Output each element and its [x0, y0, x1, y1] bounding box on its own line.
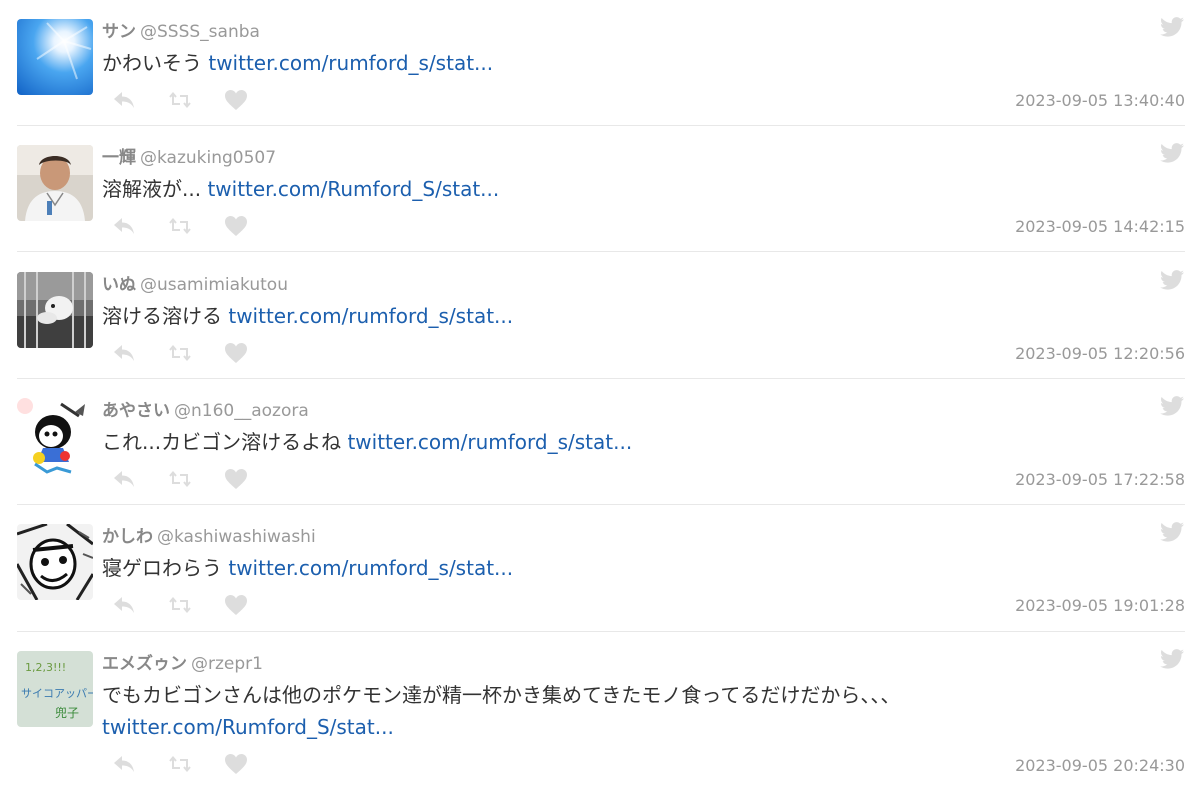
tweet-link[interactable]: twitter.com/rumford_s/stat...	[228, 304, 513, 328]
tweet-text: これ...カビゴン溶けるよね twitter.com/rumford_s/sta…	[102, 426, 1182, 458]
twitter-bird-icon[interactable]	[1160, 270, 1184, 290]
reply-icon[interactable]	[112, 89, 136, 111]
tweet-separator	[17, 378, 1185, 379]
avatar-text-2: サイコアッパー	[21, 687, 93, 700]
tweet-message: 寝ゲロわらう	[102, 556, 222, 580]
avatar[interactable]	[17, 398, 93, 474]
timestamp[interactable]: 2023-09-05 12:20:56	[1000, 344, 1185, 363]
timestamp[interactable]: 2023-09-05 14:42:15	[1000, 217, 1185, 236]
user-name[interactable]: いぬ	[102, 275, 136, 295]
tweet-message: これ...カビゴン溶けるよね	[102, 430, 342, 454]
timestamp[interactable]: 2023-09-05 13:40:40	[1000, 91, 1185, 110]
tweet-link[interactable]: twitter.com/Rumford_S/stat...	[207, 177, 499, 201]
tweet-message: 溶解液が...	[102, 177, 202, 201]
heart-icon[interactable]	[224, 753, 248, 775]
twitter-bird-icon[interactable]	[1160, 17, 1184, 37]
tweet-link[interactable]: twitter.com/rumford_s/stat...	[208, 51, 493, 75]
retweet-icon[interactable]	[168, 342, 192, 364]
retweet-icon[interactable]	[168, 89, 192, 111]
tweet-separator	[17, 631, 1185, 632]
user-handle[interactable]: @SSSS_sanba	[140, 22, 260, 42]
tweet-message: かわいそう	[102, 51, 202, 75]
heart-icon[interactable]	[224, 594, 248, 616]
avatar[interactable]	[17, 272, 93, 348]
twitter-bird-icon[interactable]	[1160, 143, 1184, 163]
reply-icon[interactable]	[112, 342, 136, 364]
user-name[interactable]: サン	[102, 22, 136, 42]
avatar-text-1: 1,2,3!!!	[25, 661, 66, 674]
avatar[interactable]	[17, 145, 93, 221]
tweet-header: あやさい @n160__aozora	[102, 396, 309, 421]
timestamp[interactable]: 2023-09-05 19:01:28	[1000, 596, 1185, 615]
tweet-link[interactable]: twitter.com/rumford_s/stat...	[347, 430, 632, 454]
tweet-list: サン @SSSS_sanba かわいそう twitter.com/rumford_…	[0, 0, 1200, 788]
avatar-text-3: 兜子	[55, 705, 79, 720]
reply-icon[interactable]	[112, 753, 136, 775]
avatar[interactable]	[17, 524, 93, 600]
user-handle[interactable]: @usamimiakutou	[140, 275, 288, 295]
tweet-header: エメズゥン @rzepr1	[102, 649, 263, 674]
user-handle[interactable]: @n160__aozora	[174, 401, 309, 421]
reply-icon[interactable]	[112, 215, 136, 237]
tweet-text: 寝ゲロわらう twitter.com/rumford_s/stat...	[102, 552, 1182, 584]
twitter-bird-icon[interactable]	[1160, 649, 1184, 669]
tweet-link[interactable]: twitter.com/Rumford_S/stat...	[102, 715, 394, 739]
user-handle[interactable]: @kashiwashiwashi	[157, 527, 316, 547]
tweet-header: いぬ @usamimiakutou	[102, 270, 288, 295]
user-name[interactable]: 一輝	[102, 148, 136, 168]
tweet-message: でもカビゴンさんは他のポケモン達が精一杯かき集めてきたモノ食ってるだけだから、、…	[102, 683, 901, 707]
user-name[interactable]: かしわ	[102, 527, 153, 547]
twitter-bird-icon[interactable]	[1160, 522, 1184, 542]
user-handle[interactable]: @kazuking0507	[140, 148, 276, 168]
tweet-message: 溶ける溶ける	[102, 304, 222, 328]
tweet-header: かしわ @kashiwashiwashi	[102, 522, 316, 547]
reply-icon[interactable]	[112, 468, 136, 490]
tweet-header: サン @SSSS_sanba	[102, 17, 260, 42]
tweet-text: 溶ける溶ける twitter.com/rumford_s/stat...	[102, 300, 1182, 332]
reply-icon[interactable]	[112, 594, 136, 616]
user-handle[interactable]: @rzepr1	[191, 654, 263, 674]
tweet-text: かわいそう twitter.com/rumford_s/stat...	[102, 47, 1182, 79]
timestamp[interactable]: 2023-09-05 20:24:30	[1000, 756, 1185, 775]
avatar[interactable]	[17, 19, 93, 95]
twitter-bird-icon[interactable]	[1160, 396, 1184, 416]
user-name[interactable]: あやさい	[102, 401, 170, 421]
tweet-text: でもカビゴンさんは他のポケモン達が精一杯かき集めてきたモノ食ってるだけだから、、…	[102, 679, 1182, 743]
tweet-separator	[17, 504, 1185, 505]
retweet-icon[interactable]	[168, 594, 192, 616]
retweet-icon[interactable]	[168, 468, 192, 490]
heart-icon[interactable]	[224, 468, 248, 490]
retweet-icon[interactable]	[168, 753, 192, 775]
tweet-separator	[17, 251, 1185, 252]
heart-icon[interactable]	[224, 89, 248, 111]
retweet-icon[interactable]	[168, 215, 192, 237]
tweet-text: 溶解液が... twitter.com/Rumford_S/stat...	[102, 173, 1182, 205]
tweet-link[interactable]: twitter.com/rumford_s/stat...	[228, 556, 513, 580]
tweet-separator	[17, 125, 1185, 126]
timestamp[interactable]: 2023-09-05 17:22:58	[1000, 470, 1185, 489]
avatar[interactable]: 1,2,3!!! サイコアッパー 兜子	[17, 651, 93, 727]
heart-icon[interactable]	[224, 215, 248, 237]
heart-icon[interactable]	[224, 342, 248, 364]
user-name[interactable]: エメズゥン	[102, 654, 187, 674]
tweet-header: 一輝 @kazuking0507	[102, 143, 276, 168]
